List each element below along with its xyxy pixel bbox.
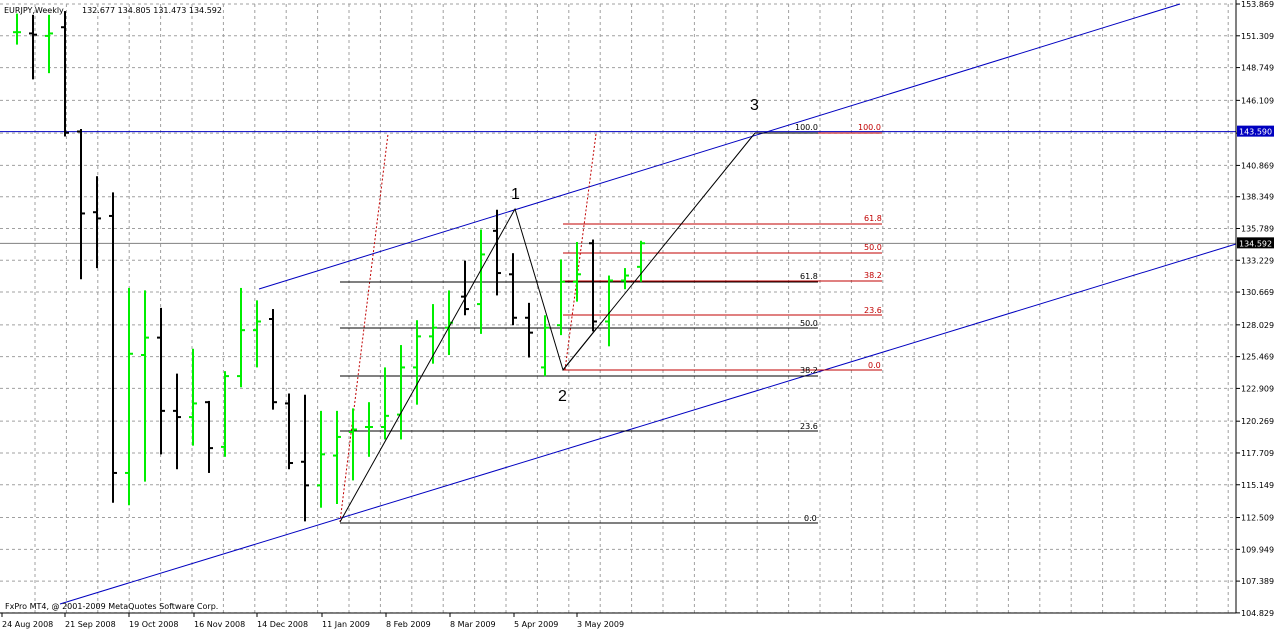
y-tick-label: 109.949 [1241,545,1274,554]
symbol-title: EURJPY,Weekly [4,6,64,15]
y-tick-label: 125.469 [1241,353,1274,362]
fib-left-label-38-2: 38.2 [800,366,818,375]
x-tick-label: 8 Mar 2009 [450,620,496,629]
y-tick-label: 146.109 [1241,96,1274,105]
y-tick-label: 120.269 [1241,417,1274,426]
fib-right-label-61-8: 61.8 [864,214,882,223]
y-tick-label: 117.709 [1241,449,1274,458]
fib-left-label-100: 100.0 [795,123,818,132]
x-tick-label: 21 Sep 2008 [65,620,116,629]
x-tick-label: 16 Nov 2008 [194,620,245,629]
ohlc-readout: 132.677 134.805 131.473 134.592 [82,6,222,15]
y-tick-label: 115.149 [1241,481,1274,490]
y-tick-label: 148.749 [1241,64,1274,73]
copyright-text: FxPro MT4, @ 2001-2009 MetaQuotes Softwa… [5,602,218,611]
y-tick-label: 135.789 [1241,224,1274,233]
y-tick-label: 153.869 [1241,0,1274,9]
wave-label-2: 2 [558,388,567,405]
y-tick-label: 138.349 [1241,193,1274,202]
y-tick-label: 107.389 [1241,577,1274,586]
fib-right-label-38-2: 38.2 [864,271,882,280]
y-tick-label: 112.509 [1241,514,1274,523]
fib-left-label-0: 0.0 [804,514,817,523]
fib-right-label-100: 100.0 [858,123,881,132]
fib-left-label-61-8: 61.8 [800,272,818,281]
y-tick-label: 133.229 [1241,256,1274,265]
chart-background [0,0,1274,632]
price-tag-label: 143.590 [1239,128,1272,137]
wave-label-3: 3 [750,97,759,114]
y-tick-label: 128.029 [1241,321,1274,330]
y-tick-label: 122.909 [1241,384,1274,393]
y-tick-label: 151.309 [1241,32,1274,41]
fib-right-label-0: 0.0 [868,361,881,370]
price-tag-label: 134.592 [1239,239,1272,248]
fib-left-label-23-6: 23.6 [800,422,818,431]
y-tick-label: 140.869 [1241,161,1274,170]
fib-left-label-50: 50.0 [800,319,818,328]
x-tick-label: 19 Oct 2008 [129,620,178,629]
x-tick-label: 14 Dec 2008 [257,620,308,629]
x-tick-label: 5 Apr 2009 [514,620,558,629]
price-chart[interactable]: 1 2 3 0.0 23.6 38.2 50.0 61.8 100.0 0.0 … [0,0,1274,632]
x-tick-label: 3 May 2009 [577,620,624,629]
fib-right-label-50: 50.0 [864,243,882,252]
x-tick-label: 11 Jan 2009 [322,620,370,629]
fib-right-label-23-6: 23.6 [864,306,882,315]
y-tick-label: 130.669 [1241,288,1274,297]
x-tick-label: 8 Feb 2009 [386,620,431,629]
y-tick-label: 104.829 [1241,609,1274,618]
wave-label-1: 1 [511,186,520,203]
x-tick-label: 24 Aug 2008 [2,620,53,629]
